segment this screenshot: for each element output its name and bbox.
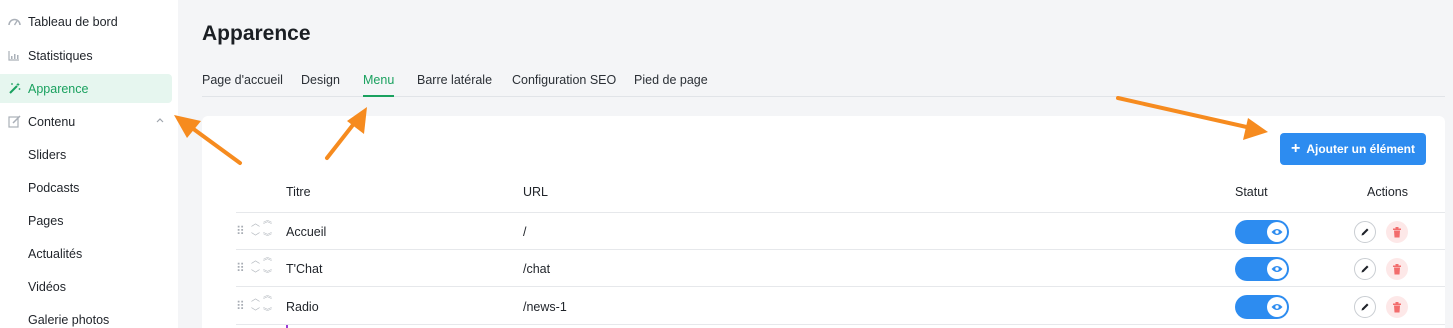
pencil-icon bbox=[1361, 303, 1369, 311]
tab-menu[interactable]: Menu bbox=[363, 72, 395, 97]
sidebar-item-label: Tableau de bord bbox=[28, 14, 118, 29]
chevron-up-icon[interactable] bbox=[156, 115, 164, 126]
add-item-label: Ajouter un élément bbox=[1306, 142, 1416, 156]
add-item-button[interactable]: + Ajouter un élément bbox=[1280, 133, 1426, 165]
tab-design[interactable]: Design bbox=[301, 72, 340, 97]
row-title: Accueil bbox=[286, 225, 327, 239]
pencil-icon bbox=[1361, 265, 1369, 273]
table-row: ⠿ ︿ ︽ ﹀ ︾ Accueil / bbox=[236, 213, 1445, 250]
edit-button[interactable] bbox=[1354, 296, 1376, 318]
sidebar-subitem-galerie-photos[interactable]: Galerie photos bbox=[28, 313, 109, 327]
sidebar-item-label: Contenu bbox=[28, 114, 76, 129]
sidebar-item-label: Statistiques bbox=[28, 48, 93, 63]
magic-wand-icon bbox=[0, 82, 28, 95]
sidebar-subitem-podcasts[interactable]: Podcasts bbox=[28, 181, 79, 195]
move-up-icon[interactable]: ︿ bbox=[251, 294, 260, 303]
tab-configuration-seo[interactable]: Configuration SEO bbox=[512, 72, 616, 97]
table-row: ⠿ ︿ ︽ ﹀ ︾ Radio /news-1 bbox=[236, 288, 1445, 325]
sidebar-subitem-pages[interactable]: Pages bbox=[28, 214, 63, 228]
menu-card: + Ajouter un élément Titre URL Statut Ac… bbox=[202, 116, 1445, 328]
column-header-title: Titre bbox=[286, 185, 311, 199]
page-title: Apparence bbox=[202, 22, 311, 45]
row-url: /news-1 bbox=[523, 300, 567, 314]
drag-handle-icon[interactable]: ⠿ bbox=[236, 224, 245, 238]
sidebar-item-statistiques[interactable]: Statistiques bbox=[0, 41, 172, 70]
status-toggle[interactable] bbox=[1235, 220, 1289, 244]
column-header-actions: Actions bbox=[1367, 185, 1408, 199]
annotation-arrowhead-sidebar bbox=[174, 115, 201, 138]
edit-button[interactable] bbox=[1354, 221, 1376, 243]
reorder-arrows: ︿ ︽ ﹀ ︾ bbox=[251, 216, 277, 246]
eye-icon bbox=[1267, 259, 1287, 279]
drag-handle-icon[interactable]: ⠿ bbox=[236, 261, 245, 275]
eye-icon bbox=[1267, 222, 1287, 242]
move-bottom-icon[interactable]: ︾ bbox=[263, 233, 272, 242]
move-top-icon[interactable]: ︽ bbox=[263, 253, 272, 262]
sidebar-item-apparence[interactable]: Apparence bbox=[0, 74, 172, 103]
row-title: Radio bbox=[286, 300, 319, 314]
sidebar-subitem-videos[interactable]: Vidéos bbox=[28, 280, 66, 294]
trash-icon bbox=[1393, 263, 1401, 274]
row-url: / bbox=[523, 225, 527, 239]
sidebar-item-label: Apparence bbox=[28, 81, 89, 96]
move-down-icon[interactable]: ﹀ bbox=[251, 233, 260, 242]
sidebar-item-tableau-de-bord[interactable]: Tableau de bord bbox=[0, 7, 172, 36]
trash-icon bbox=[1393, 301, 1401, 312]
move-down-icon[interactable]: ﹀ bbox=[251, 308, 260, 317]
tab-page-accueil[interactable]: Page d'accueil bbox=[202, 72, 283, 97]
pencil-icon bbox=[1361, 228, 1369, 236]
column-header-url: URL bbox=[523, 185, 549, 199]
sidebar: Tableau de bord Statistiques Apparence C… bbox=[0, 0, 178, 328]
eye-icon bbox=[1267, 297, 1287, 317]
row-url: /chat bbox=[523, 262, 551, 276]
sidebar-item-contenu[interactable]: Contenu bbox=[0, 107, 172, 136]
tab-bar: Page d'accueil Design Menu Barre latéral… bbox=[202, 72, 1445, 97]
dashboard-icon bbox=[0, 16, 28, 27]
trash-icon bbox=[1393, 226, 1401, 237]
delete-button[interactable] bbox=[1386, 221, 1408, 243]
table-row: ⠿ ︿ ︽ ﹀ ︾ T'Chat /chat bbox=[236, 250, 1445, 287]
move-top-icon[interactable]: ︽ bbox=[263, 216, 272, 225]
sidebar-subitem-sliders[interactable]: Sliders bbox=[28, 148, 66, 162]
edit-icon bbox=[0, 115, 28, 128]
move-bottom-icon[interactable]: ︾ bbox=[263, 308, 272, 317]
delete-button[interactable] bbox=[1386, 258, 1408, 280]
chart-icon bbox=[0, 50, 28, 61]
move-top-icon[interactable]: ︽ bbox=[263, 291, 272, 300]
drag-handle-icon[interactable]: ⠿ bbox=[236, 299, 245, 313]
sidebar-subitem-actualites[interactable]: Actualités bbox=[28, 247, 82, 261]
reorder-arrows: ︿ ︽ ﹀ ︾ bbox=[251, 253, 277, 283]
plus-icon: + bbox=[1290, 140, 1301, 157]
move-down-icon[interactable]: ﹀ bbox=[251, 270, 260, 279]
status-toggle[interactable] bbox=[1235, 295, 1289, 319]
reorder-arrows: ︿ ︽ ﹀ ︾ bbox=[251, 291, 277, 321]
move-bottom-icon[interactable]: ︾ bbox=[263, 270, 272, 279]
status-toggle[interactable] bbox=[1235, 257, 1289, 281]
row-title: T'Chat bbox=[286, 262, 323, 276]
delete-button[interactable] bbox=[1386, 296, 1408, 318]
edit-button[interactable] bbox=[1354, 258, 1376, 280]
tab-barre-laterale[interactable]: Barre latérale bbox=[417, 72, 492, 97]
move-up-icon[interactable]: ︿ bbox=[251, 219, 260, 228]
column-header-status: Statut bbox=[1235, 185, 1268, 199]
move-up-icon[interactable]: ︿ bbox=[251, 256, 260, 265]
tab-pied-de-page[interactable]: Pied de page bbox=[634, 72, 708, 97]
